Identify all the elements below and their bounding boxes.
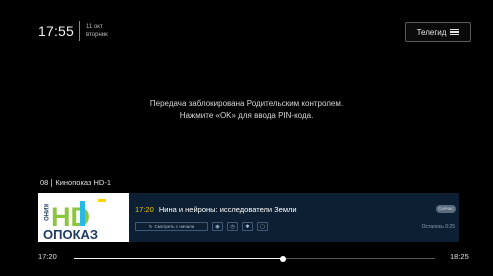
tv-guide-label: Телегид xyxy=(416,27,447,37)
parental-block-message: Передача заблокирована Родительским конт… xyxy=(0,98,493,122)
program-actions: ↻ Смотреть с начала ◉ ◷ ✱ ▢ xyxy=(135,222,268,231)
reminder-button[interactable]: ◷ xyxy=(227,222,238,231)
now-badge: Сейчас xyxy=(436,205,456,213)
restart-icon: ↻ xyxy=(148,223,153,229)
logo-top-text: КИНО xyxy=(42,204,48,221)
gear-icon: ✱ xyxy=(245,223,250,230)
info-button[interactable]: ▢ xyxy=(257,222,268,231)
time-remaining: Осталось 0:25 xyxy=(421,224,455,230)
logo-bottom-text: ОПОКАЗ xyxy=(43,227,98,242)
date-day: 11 окт xyxy=(86,24,103,30)
channel-name: Кинопоказ HD-1 xyxy=(55,178,112,187)
watch-from-start-label: Смотреть с начала xyxy=(154,224,195,229)
date-weekday: вторник xyxy=(86,32,108,38)
timeline-progress xyxy=(74,258,284,259)
timeline-end-time: 18:25 xyxy=(450,252,469,261)
timeline-track[interactable] xyxy=(74,255,435,262)
channel-info: 08 Кинопоказ HD-1 xyxy=(40,178,111,187)
logo-cyan-bar xyxy=(80,201,85,226)
channel-divider xyxy=(51,178,53,187)
record-button[interactable]: ◉ xyxy=(212,222,223,231)
clock-time: 17:55 xyxy=(38,23,75,39)
tv-guide-button[interactable]: Телегид xyxy=(405,22,471,42)
channel-logo-graphic: КИНО HD ОПОКАЗ xyxy=(42,199,106,242)
program-panel: КИНО HD ОПОКАЗ 17:20 Нина и нейроны: исс… xyxy=(38,193,459,242)
logo-yellow-bar xyxy=(98,199,106,202)
tv-player-screen: 17:55 11 окт вторник Телегид Передача за… xyxy=(0,0,493,276)
timeline-thumb[interactable] xyxy=(280,255,287,262)
record-icon: ◉ xyxy=(215,223,220,230)
program-start-time: 17:20 xyxy=(135,205,154,214)
program-title: 17:20 Нина и нейроны: исследователи Земл… xyxy=(135,205,297,214)
watch-from-start-button[interactable]: ↻ Смотреть с начала xyxy=(135,222,208,231)
menu-icon xyxy=(450,28,460,36)
channel-logo: КИНО HD ОПОКАЗ xyxy=(38,193,129,242)
message-line-1: Передача заблокирована Родительским конт… xyxy=(149,99,344,108)
program-name: Нина и нейроны: исследователи Земли xyxy=(158,205,297,214)
clock-date: 11 окт вторник xyxy=(86,23,108,39)
message-line-2: Нажмите «OK» для ввода PIN-кода. xyxy=(179,111,314,120)
clock-icon: ◷ xyxy=(230,223,235,230)
timeline-start-time: 17:20 xyxy=(38,252,57,261)
clock-divider xyxy=(79,21,81,41)
info-icon: ▢ xyxy=(260,223,265,230)
clock: 17:55 11 окт вторник xyxy=(38,21,108,41)
settings-button[interactable]: ✱ xyxy=(242,222,253,231)
channel-number: 08 xyxy=(40,178,49,187)
